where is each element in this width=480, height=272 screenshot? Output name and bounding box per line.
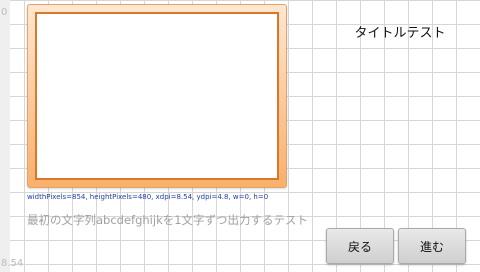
next-button[interactable]: 進む <box>398 228 466 264</box>
display-metrics-text: widthPixels=854, heightPixels=480, xdpi=… <box>27 193 269 201</box>
image-frame-canvas <box>35 12 279 180</box>
axis-top-value: 0 <box>1 7 8 18</box>
axis-bottom-value: 8.54 <box>1 258 24 269</box>
app-screen: 0 8.54 タイトルテスト widthPixels=854, heightPi… <box>0 0 480 272</box>
back-button[interactable]: 戻る <box>326 228 394 264</box>
message-text: 最初の文字列abcdefghijkを1文字ずつ出力するテスト <box>27 213 309 227</box>
page-title: タイトルテスト <box>354 26 446 41</box>
image-frame <box>27 4 287 188</box>
left-gutter <box>0 0 10 272</box>
